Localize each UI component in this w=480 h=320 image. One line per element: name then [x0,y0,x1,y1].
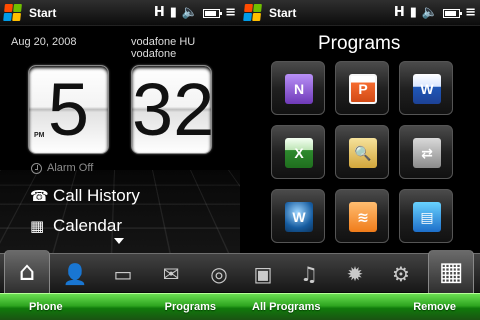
device-screen: Start H ▮ 🔈 ≡ Aug 20, 2008 vodafone HU v… [0,0,480,320]
program-tile-wordweb[interactable]: W [271,189,325,243]
program-tile-powerpoint[interactable]: P [335,61,389,115]
mail-icon: ✉ [162,262,180,286]
dock-messages-button[interactable]: ▭ [100,254,146,294]
message-icon: ▭ [113,262,133,286]
status-icons: H ▮ 🔈 ≡ [394,4,476,22]
dock-music-button[interactable]: ♫ [286,254,332,294]
settings-icon: ⚙ [392,262,410,286]
battery-icon[interactable] [203,8,223,18]
status-bar: Start H ▮ 🔈 ≡ [0,0,240,26]
dock-programs-button[interactable]: ▦ [428,250,474,294]
alarm-clock-icon [31,162,42,174]
dock-people-button[interactable]: 👤 [52,254,98,294]
clock-hour-card[interactable]: 5 PM [28,65,109,154]
dock-internet-button[interactable]: ◎ [196,254,240,294]
clock-ampm: PM [34,132,45,139]
folder-search-icon: 🔍 [349,138,377,168]
dock-settings-button[interactable]: ⚙ [378,254,424,294]
call-history-label: Call History [53,186,140,205]
program-tile-activesync[interactable]: ⇄ [399,125,453,179]
start-label[interactable]: Start [269,6,296,20]
program-tile-onenote[interactable]: N [271,61,325,115]
grid-icon: ▦ [438,257,464,287]
signal-icon[interactable]: ▮ [410,4,417,22]
calendar-link[interactable]: ▦ Calendar [30,216,122,236]
home-dock: ⌂ 👤 ▭ ✉ ◎ [0,250,240,294]
date-label: Aug 20, 2008 [11,36,77,48]
radio-icon: ▤ [413,202,441,232]
camera-icon: ▣ [253,262,273,286]
device-sync-icon: ⇄ [413,138,441,168]
weather-icon: ✹ [346,262,364,286]
word-icon: W [413,74,441,104]
softkey-programs[interactable]: Programs [165,301,216,313]
program-tile-rss[interactable]: ≋ [335,189,389,243]
battery-icon[interactable] [443,8,463,18]
start-label[interactable]: Start [29,6,56,20]
softkey-bar-right: All Programs Remove [240,293,480,320]
dock-camera-button[interactable]: ▣ [240,254,286,294]
programs-title: Programs [318,33,401,54]
excel-icon: X [285,138,313,168]
program-tile-word[interactable]: W [399,61,453,115]
wordweb-icon: W [285,202,313,232]
h-connection-icon[interactable]: H [154,4,165,22]
windows-flag-icon[interactable] [3,4,23,22]
powerpoint-icon: P [349,74,377,104]
alarm-row[interactable]: Alarm Off [31,162,93,174]
carrier-label: vodafone HU vodafone [131,36,196,60]
h-connection-icon[interactable]: H [394,4,405,22]
programs-dock: ▣ ♫ ✹ ⚙ ▦ [240,250,480,294]
clock-minute-card[interactable]: 32 [131,65,215,154]
dock-weather-button[interactable]: ✹ [332,254,378,294]
call-history-link[interactable]: ☎ Call History [30,186,140,206]
home-icon: ⌂ [18,257,36,287]
dock-home-button[interactable]: ⌂ [4,250,50,294]
status-icons: H ▮ 🔈 ≡ [154,4,236,22]
home-screen: Start H ▮ 🔈 ≡ Aug 20, 2008 vodafone HU v… [0,0,240,320]
menu-icon[interactable]: ≡ [225,4,236,22]
program-tile-file-explorer[interactable]: 🔍 [335,125,389,179]
softkey-all-programs[interactable]: All Programs [252,301,320,313]
programs-screen: Start H ▮ 🔈 ≡ Programs N P W X 🔍 ⇄ W ≋ ▤… [240,0,480,320]
scroll-down-arrow-icon[interactable] [114,238,124,244]
onenote-icon: N [285,74,313,104]
softkey-remove[interactable]: Remove [413,301,456,313]
person-icon: 👤 [62,262,88,286]
phone-icon: ☎ [30,187,49,205]
program-tile-radio[interactable]: ▤ [399,189,453,243]
softkey-bar-left: Phone Programs [0,293,240,320]
alarm-label: Alarm Off [47,162,94,174]
menu-icon[interactable]: ≡ [465,4,476,22]
clock-minute: 32 [132,68,215,151]
windows-flag-icon[interactable] [243,4,263,22]
signal-icon[interactable]: ▮ [170,4,177,22]
rss-icon: ≋ [349,202,377,232]
calendar-icon: ▦ [30,217,45,235]
calendar-label: Calendar [53,216,122,235]
softkey-phone[interactable]: Phone [29,301,63,313]
volume-icon[interactable]: 🔈 [422,4,438,22]
dock-mail-button[interactable]: ✉ [148,254,194,294]
globe-icon: ◎ [210,262,228,286]
status-bar-programs: Start H ▮ 🔈 ≡ [240,0,480,26]
volume-icon[interactable]: 🔈 [182,4,198,22]
music-icon: ♫ [300,262,318,286]
program-tile-excel[interactable]: X [271,125,325,179]
